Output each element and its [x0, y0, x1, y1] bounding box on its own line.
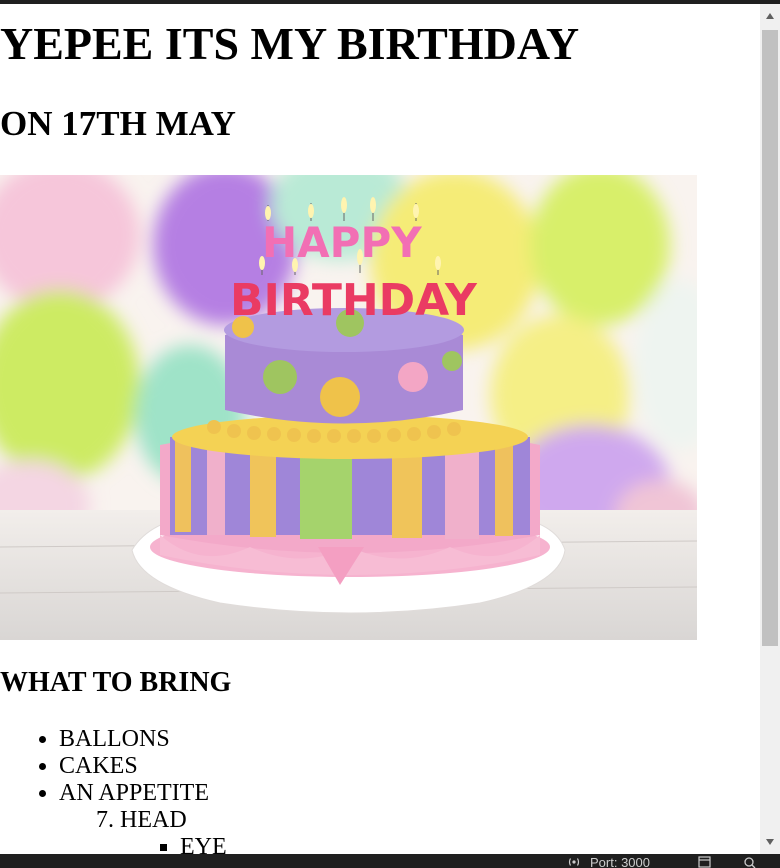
vertical-scrollbar[interactable]	[760, 4, 780, 854]
nested-ordered-list: 7. HEAD EYE	[59, 807, 227, 854]
birthday-date-heading: ON 17TH MAY	[0, 104, 236, 143]
scrollbar-thumb[interactable]	[762, 30, 778, 646]
port-status-item[interactable]: Port: 3000	[590, 856, 650, 868]
list-item-label: AN APPETITE	[59, 780, 209, 806]
nested-square-list: EYE	[96, 834, 227, 854]
list-item-label: HEAD	[120, 807, 187, 833]
list-item: CAKES	[59, 753, 227, 780]
what-to-bring-heading: WHAT TO BRING	[0, 667, 232, 698]
page-title: YEPEE ITS MY BIRTHDAY	[0, 18, 580, 69]
search-icon[interactable]	[742, 856, 758, 868]
list-item: BALLONS	[59, 726, 227, 753]
birthday-cake-illustration: HAPPY BIRTHDAY	[0, 175, 697, 640]
window-icon[interactable]	[697, 856, 713, 868]
status-bar: Port: 3000	[0, 854, 780, 868]
page-viewport[interactable]: YEPEE ITS MY BIRTHDAY ON 17TH MAY HAPPY …	[0, 4, 760, 854]
list-item: AN APPETITE 7. HEAD EYE	[59, 780, 227, 854]
birthday-cake-image: HAPPY BIRTHDAY	[0, 175, 697, 640]
broadcast-icon	[566, 856, 582, 868]
caret-up-icon[interactable]	[760, 4, 780, 28]
list-item-number: 7.	[96, 807, 114, 833]
bring-list: BALLONS CAKES AN APPETITE 7. HEAD EYE	[0, 726, 227, 854]
list-item: 7. HEAD EYE	[96, 807, 227, 854]
candle-text-happy: HAPPY	[262, 218, 422, 267]
caret-down-icon[interactable]	[760, 830, 780, 854]
candle-text-birthday: BIRTHDAY	[230, 275, 478, 326]
list-item: EYE	[180, 834, 227, 854]
